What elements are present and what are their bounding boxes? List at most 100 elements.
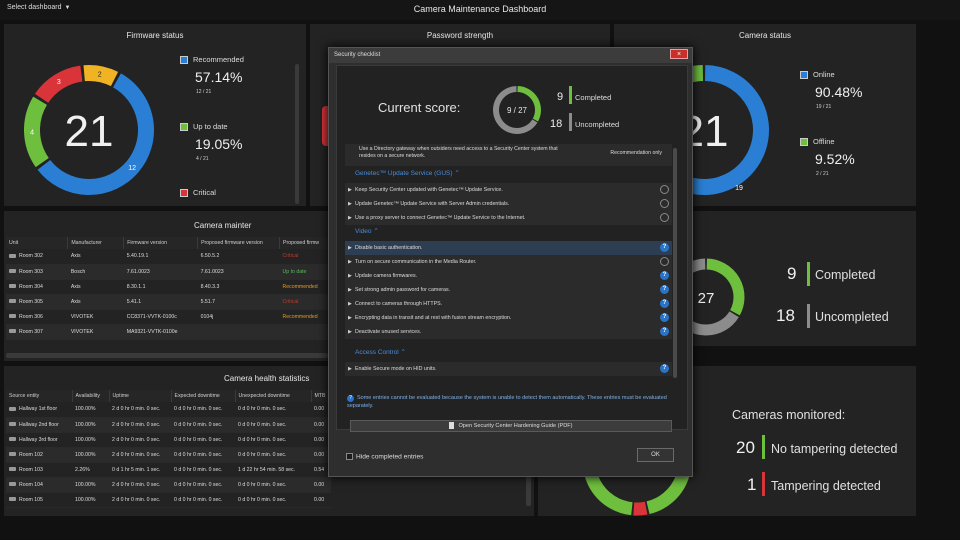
table-row[interactable]: Room 306 VIVOTEK CC8371-VVTK-0100c 0104j Rec… [6, 309, 330, 325]
table-row[interactable]: Room 103 2.26% 0 d 1 hr 5 min. 1 sec. 0 d 0… [6, 462, 331, 478]
camera-icon [9, 437, 16, 442]
table-cell: 8.30.1.1 [123, 279, 198, 295]
help-icon[interactable]: ? [660, 285, 669, 294]
dialog-title: Security checklist [334, 52, 381, 58]
checklist-rule[interactable]: ▶ Update Genetec™ Update Service with Ser… [345, 197, 672, 211]
table-cell: 0 d 0 hr 0 min. 0 sec. [235, 477, 311, 493]
table-cell: CC8371-VVTK-0100c [123, 309, 198, 325]
completed-bar [807, 262, 810, 286]
camera-icon [9, 269, 16, 274]
table-row[interactable]: Hallway 3rd floor 100.00% 2 d 0 hr 0 min. … [6, 432, 331, 448]
table-cell: Room 304 [6, 279, 68, 295]
camera-icon [9, 406, 16, 411]
evaluation-note: ? Some entries cannot be evaluated becaus… [347, 395, 667, 409]
no-tampering-count: 20 [736, 438, 755, 457]
column-header[interactable]: Proposed firmware version [197, 237, 280, 249]
checklist-rule[interactable]: ▶ Connect to cameras through HTTPS.? [345, 297, 672, 311]
score-donut-center: 9 / 27 [507, 106, 528, 115]
checklist-rule[interactable]: ▶ Disable basic authentication.? [345, 241, 672, 255]
checklist-rule[interactable]: ▶ Set strong admin password for cameras.? [345, 283, 672, 297]
table-row[interactable]: Room 307 VIVOTEK MA9321-VVTK-0100e [6, 324, 330, 340]
checklist-rule[interactable]: ▶ Turn on secure communication in the Med… [345, 255, 672, 269]
table-cell: Room 306 [6, 309, 68, 325]
camera-maintenance-panel: Camera mainter Unit Manufacturer Firmware … [4, 211, 332, 361]
offline-ratio: 2 / 21 [816, 171, 829, 177]
table-row[interactable]: Hallway 2nd floor 100.00% 2 d 0 hr 0 min. … [6, 417, 331, 433]
table-cell: 2 d 0 hr 0 min. 0 sec. [109, 492, 171, 508]
security-checklist-dialog: Security checklist × Current score: 9 / … [328, 47, 693, 477]
checklist-rule[interactable]: ▶ Keep Security Center updated with Genet… [345, 183, 672, 197]
table-cell: 2 d 0 hr 0 min. 0 sec. [109, 432, 171, 448]
status-circle-icon[interactable] [660, 185, 669, 194]
table-row[interactable]: Room 102 100.00% 2 d 0 hr 0 min. 0 sec. 0 d… [6, 447, 331, 463]
column-header[interactable]: Unexpected downtime [235, 390, 312, 402]
column-header[interactable]: Expected downtime [171, 390, 236, 402]
column-header[interactable]: Unit [6, 237, 69, 249]
legend-scrollbar[interactable] [295, 64, 299, 204]
table-cell: 5.40.19.1 [123, 249, 198, 265]
open-hardening-guide-button[interactable]: Open Security Center Hardening Guide (PD… [350, 420, 672, 432]
rule-text: Enable Secure mode on HID units. [355, 366, 437, 372]
score-uncompleted-label: Uncompleted [575, 120, 620, 129]
help-icon[interactable]: ? [660, 271, 669, 280]
table-row[interactable]: Room 105 100.00% 2 d 0 hr 0 min. 0 sec. 0 d… [6, 492, 331, 508]
table-row[interactable]: Hallway 1st floor 100.00% 2 d 0 hr 0 min. … [6, 402, 331, 418]
hardening-completed-count: 9 [787, 264, 797, 283]
table-cell: VIVOTEK [67, 309, 124, 325]
checklist-section-header[interactable]: Video ⌃ [355, 227, 379, 235]
status-circle-icon[interactable] [660, 199, 669, 208]
help-icon[interactable]: ? [660, 243, 669, 252]
no-tampering-bar [762, 435, 765, 459]
table-row[interactable]: Room 304 Axis 8.30.1.1 8.40.3.3 Recommended [6, 279, 330, 295]
checklist-rule[interactable]: ▶ Use a proxy server to connect Genetec™ … [345, 211, 672, 225]
status-circle-icon[interactable] [660, 257, 669, 266]
checklist-section-header[interactable]: Genetec™ Update Service (GUS) ⌃ [355, 169, 460, 177]
column-header[interactable]: Availability [72, 390, 110, 402]
column-header[interactable]: Uptime [109, 390, 172, 402]
up-to-date-ratio: 4 / 21 [196, 156, 209, 162]
table-cell: 100.00% [72, 477, 109, 493]
checklist-section-header[interactable]: Access Control ⌃ [355, 348, 406, 356]
table-row[interactable]: Room 303 Bosch 7.61.0023 7.61.0023 Up to dat… [6, 264, 330, 280]
donut-segment-label: 3 [57, 79, 61, 86]
chevron-up-icon: ⌃ [398, 349, 406, 356]
table-cell: Up to date [279, 264, 330, 280]
checklist-scrollbar[interactable] [673, 148, 677, 378]
table-row[interactable]: Room 302 Axis 5.40.19.1 6.50.5.2 Critical [6, 249, 330, 265]
table-cell: 0.00 [311, 492, 331, 508]
column-header[interactable]: Firmware version [123, 237, 199, 249]
table-cell: 0 d 0 hr 0 min. 0 sec. [171, 432, 235, 448]
legend-up-to-date: Up to date [180, 122, 228, 132]
checklist-rule[interactable]: ▶ Deactivate unused services.? [345, 325, 672, 339]
hide-completed-checkbox[interactable]: Hide completed entries [346, 453, 423, 460]
column-header[interactable]: Source entity [6, 390, 73, 402]
close-button[interactable]: × [670, 49, 688, 59]
help-icon[interactable]: ? [660, 313, 669, 322]
column-header[interactable]: Proposed firmw [279, 237, 330, 249]
rule-text: Connect to cameras through HTTPS. [355, 301, 443, 307]
status-circle-icon[interactable] [660, 213, 669, 222]
donut-segment-label: 2 [98, 72, 102, 79]
maintenance-table: Unit Manufacturer Firmware version Proposed… [6, 237, 330, 340]
table-cell: 100.00% [72, 402, 109, 418]
table-row[interactable]: Room 305 Axis 5.41.1 5.51.7 Critical [6, 294, 330, 310]
expand-arrow-icon: ▶ [348, 329, 352, 335]
help-icon[interactable]: ? [660, 364, 669, 373]
uncompleted-bar [807, 304, 810, 328]
help-icon[interactable]: ? [660, 299, 669, 308]
help-icon[interactable]: ? [660, 327, 669, 336]
table-row[interactable]: Room 104 100.00% 2 d 0 hr 0 min. 0 sec. 0 d… [6, 477, 331, 493]
rule-text: Set strong admin password for cameras. [355, 287, 451, 293]
checklist-rule[interactable]: ▶ Encrypting data in transit and at rest … [345, 311, 672, 325]
legend-critical: Critical [180, 188, 216, 198]
maintenance-scrollbar[interactable] [6, 353, 328, 358]
firmware-segment-2 [34, 65, 83, 104]
expand-arrow-icon: ▶ [348, 215, 352, 221]
ok-button[interactable]: OK [637, 448, 674, 462]
rule-text: Use a Directory gateway when outsiders n… [359, 146, 558, 159]
column-header[interactable]: Manufacturer [67, 237, 125, 249]
camera-icon [9, 329, 16, 334]
rule-directory-gateway[interactable]: Use a Directory gateway when outsiders n… [345, 144, 672, 166]
checklist-rule[interactable]: ▶ Enable Secure mode on HID units.? [345, 362, 672, 376]
checklist-rule[interactable]: ▶ Update camera firmwares.? [345, 269, 672, 283]
